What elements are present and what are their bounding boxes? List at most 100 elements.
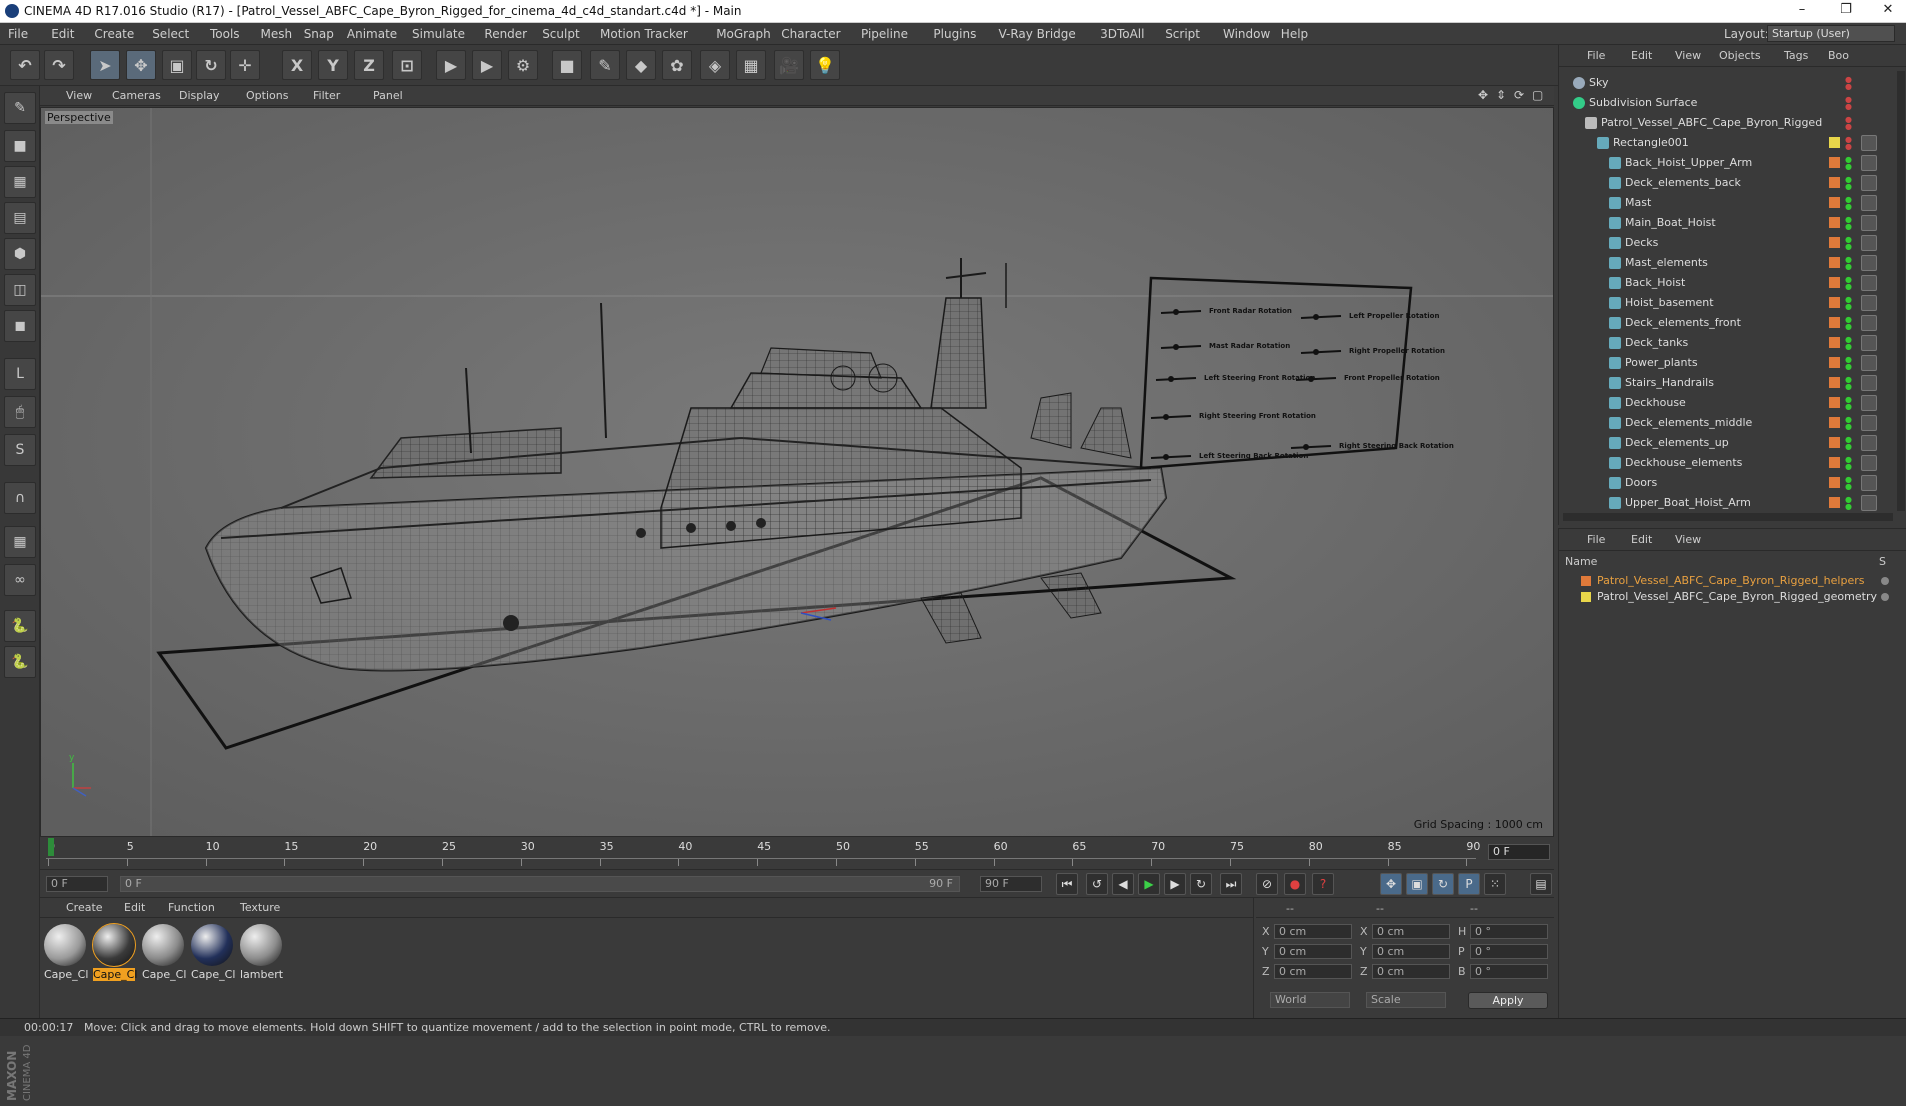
layer-color-swatch[interactable] <box>1829 197 1840 208</box>
snap-grid-icon[interactable]: ▦ <box>4 526 36 558</box>
viewport-move-icon[interactable]: ✥ <box>1478 88 1488 102</box>
menu-render[interactable]: Render <box>484 27 527 41</box>
viewport-menu-options[interactable]: Options <box>246 89 288 102</box>
prev-frame-icon[interactable]: ◀ <box>1112 873 1134 895</box>
material-tag-icon[interactable] <box>1861 315 1877 331</box>
visibility-dots[interactable]: ● ● <box>1845 176 1852 191</box>
object-row[interactable]: Deck_elements_back ● ● <box>1559 173 1879 193</box>
layer-color-swatch[interactable] <box>1829 437 1840 448</box>
menu-file[interactable]: File <box>8 27 28 41</box>
material-tag-icon[interactable] <box>1861 495 1877 511</box>
layer-color-swatch[interactable] <box>1829 257 1840 268</box>
timeline-layout-icon[interactable]: ▤ <box>1530 873 1552 895</box>
key-pla-icon[interactable]: ⁙ <box>1484 873 1506 895</box>
camera-icon[interactable]: 🎥 <box>774 50 804 80</box>
visibility-dots[interactable]: ● ● <box>1845 476 1852 491</box>
object-row[interactable]: Stairs_Handrails ● ● <box>1559 373 1879 393</box>
material-tag-icon[interactable] <box>1861 295 1877 311</box>
viewport-zoom-icon[interactable]: ⇕ <box>1496 88 1506 102</box>
layer-color-swatch[interactable] <box>1829 417 1840 428</box>
visibility-dots[interactable]: ● ● <box>1845 236 1852 251</box>
object-row[interactable]: Decks ● ● <box>1559 233 1879 253</box>
layer-color-swatch[interactable] <box>1829 377 1840 388</box>
next-key-icon[interactable]: ↻ <box>1190 873 1212 895</box>
layer-color-swatch[interactable] <box>1581 592 1591 602</box>
key-position-icon[interactable]: ✥ <box>1380 873 1402 895</box>
layer-color-swatch[interactable] <box>1829 297 1840 308</box>
coord-pos-field[interactable]: 0 cm <box>1274 944 1352 959</box>
objects-menu-file[interactable]: File <box>1587 49 1605 62</box>
subdivision-icon[interactable]: ◆ <box>626 50 656 80</box>
key-param-icon[interactable]: P <box>1458 873 1480 895</box>
material-tag-icon[interactable] <box>1861 375 1877 391</box>
live-select-icon[interactable]: ✛ <box>230 50 260 80</box>
layer-solo-dot[interactable] <box>1881 577 1889 585</box>
points-mode-icon[interactable]: ⬢ <box>4 238 36 270</box>
z-axis-icon[interactable]: Z <box>354 50 384 80</box>
coordinate-system-icon[interactable]: ⊡ <box>392 50 422 80</box>
polygons-mode-icon[interactable]: ◼ <box>4 310 36 342</box>
material-swatch[interactable]: Cape_Cl <box>142 924 186 981</box>
visibility-dots[interactable]: ● ● <box>1845 256 1852 271</box>
coord-size-field[interactable]: 0 cm <box>1372 964 1450 979</box>
make-editable-icon[interactable]: ✎ <box>4 92 36 124</box>
coord-rot-field[interactable]: 0 ° <box>1470 944 1548 959</box>
visibility-dots[interactable]: ● ● <box>1845 116 1852 131</box>
object-row[interactable]: Deckhouse ● ● <box>1559 393 1879 413</box>
menu-edit[interactable]: Edit <box>51 27 74 41</box>
end-frame-field[interactable]: 90 F <box>980 876 1042 892</box>
spline-pen-icon[interactable]: ✎ <box>590 50 620 80</box>
auto-key-icon[interactable]: ? <box>1312 873 1334 895</box>
snap-icon[interactable]: ∞ <box>4 564 36 596</box>
visibility-dots[interactable]: ● ● <box>1845 336 1852 351</box>
material-tag-icon[interactable] <box>1861 155 1877 171</box>
objects-menu-tags[interactable]: Tags <box>1784 49 1808 62</box>
material-swatch[interactable]: Cape_Cl <box>44 924 88 981</box>
python-icon[interactable]: 🐍 <box>4 610 36 642</box>
coord-rot-field[interactable]: 0 ° <box>1470 964 1548 979</box>
undo-icon[interactable]: ↶ <box>10 50 40 80</box>
material-tag-icon[interactable] <box>1861 275 1877 291</box>
light-icon[interactable]: 💡 <box>810 50 840 80</box>
layer-row[interactable]: Patrol_Vessel_ABFC_Cape_Byron_Rigged_geo… <box>1559 589 1899 605</box>
coord-rot-field[interactable]: 0 ° <box>1470 924 1548 939</box>
key-scale-icon[interactable]: ▣ <box>1406 873 1428 895</box>
scale-icon[interactable]: ▣ <box>162 50 192 80</box>
material-tag-icon[interactable] <box>1861 335 1877 351</box>
viewport-menu-filter[interactable]: Filter <box>313 89 340 102</box>
current-frame-field[interactable]: 0 F <box>1488 844 1550 860</box>
texture-mode-icon[interactable]: ▦ <box>4 166 36 198</box>
visibility-dots[interactable]: ● ● <box>1845 296 1852 311</box>
material-tag-icon[interactable] <box>1861 195 1877 211</box>
coordinate-mode-select[interactable]: World <box>1270 992 1350 1008</box>
material-tag-icon[interactable] <box>1861 455 1877 471</box>
material-tag-icon[interactable] <box>1861 395 1877 411</box>
deformer-icon[interactable]: ◈ <box>700 50 730 80</box>
viewport-menu-view[interactable]: View <box>66 89 92 102</box>
layer-color-swatch[interactable] <box>1829 277 1840 288</box>
coord-pos-field[interactable]: 0 cm <box>1274 964 1352 979</box>
visibility-dots[interactable]: ● ● <box>1845 136 1852 151</box>
object-manager-hscrollbar[interactable] <box>1563 513 1893 521</box>
material-tag-icon[interactable] <box>1861 415 1877 431</box>
visibility-dots[interactable]: ● ● <box>1845 356 1852 371</box>
menu-plugins[interactable]: Plugins <box>933 27 976 41</box>
rotate-icon[interactable]: ↻ <box>196 50 226 80</box>
viewport[interactable]: y Front Radar Rotation Left Propeller Rot… <box>40 107 1554 837</box>
close-button[interactable]: ✕ <box>1874 2 1902 17</box>
start-frame-field[interactable]: 0 F <box>46 876 108 892</box>
object-row[interactable]: Doors ● ● <box>1559 473 1879 493</box>
material-tag-icon[interactable] <box>1861 215 1877 231</box>
viewport-maximize-icon[interactable]: ▢ <box>1532 88 1543 102</box>
layers-menu-file[interactable]: File <box>1587 533 1605 546</box>
visibility-dots[interactable]: ● ● <box>1845 216 1852 231</box>
timeline-ruler[interactable] <box>46 858 1476 866</box>
material-tag-icon[interactable] <box>1861 175 1877 191</box>
layer-color-swatch[interactable] <box>1829 157 1840 168</box>
menu-window[interactable]: Window <box>1223 27 1270 41</box>
next-frame-icon[interactable]: ▶ <box>1164 873 1186 895</box>
record-keys-icon[interactable]: ● <box>1284 873 1306 895</box>
material-tag-icon[interactable] <box>1861 135 1877 151</box>
menu-v-ray-bridge[interactable]: V-Ray Bridge <box>999 27 1076 41</box>
object-manager-scrollbar[interactable] <box>1897 71 1905 511</box>
